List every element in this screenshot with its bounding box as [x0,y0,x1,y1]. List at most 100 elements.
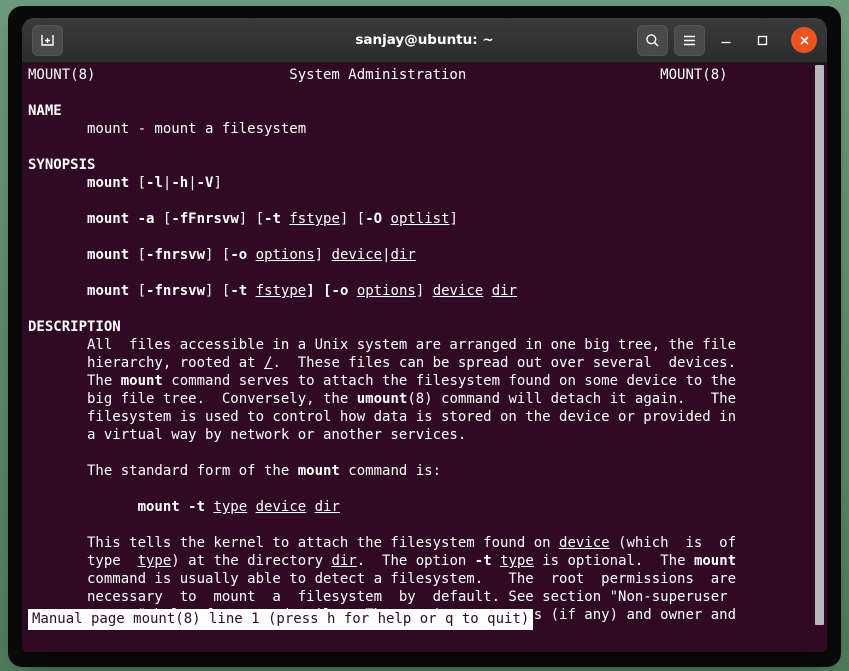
man-text: [ [129,283,146,299]
man-text [348,283,356,299]
man-underline-text: device [433,283,484,299]
man-text: command serves to attach the filesystem … [163,373,736,389]
man-underline-text: type [138,553,172,569]
man-text [247,283,255,299]
man-page-line: necessary to mount a filesystem by defau… [28,588,827,606]
menu-button[interactable] [674,25,705,56]
man-bold-text: -l [146,175,163,191]
maximize-icon [754,32,770,48]
man-bold-text: mount -a [87,211,154,227]
man-page-line [28,516,827,534]
search-icon [644,32,661,49]
man-underline-text: device [256,499,307,515]
man-bold-text: mount [121,373,163,389]
man-bold-text: mount [87,175,129,191]
man-page-line: command is usually able to detect a file… [28,570,827,588]
scrollbar-thumb[interactable] [815,65,824,625]
man-page-line: NAME [28,102,827,120]
man-text [382,211,390,227]
man-underline-text: dir [315,499,340,515]
man-bold-text: -t [264,211,281,227]
man-text: [ [129,247,146,263]
man-text: is optional. The [534,553,694,569]
close-icon [798,34,811,47]
man-page-line: hierarchy, rooted at /. These files can … [28,354,827,372]
man-page-line [28,300,827,318]
man-text: MOUNT(8) System Administration MOUNT(8) [28,67,728,83]
man-bold-text: mount -t [138,499,205,515]
man-bold-text: DESCRIPTION [28,319,121,335]
man-text: ] [ [205,283,230,299]
man-page-line [28,192,827,210]
man-text [306,499,314,515]
man-text: command is usually able to detect a file… [28,571,736,587]
man-page-line: This tells the kernel to attach the file… [28,534,827,552]
maximize-button[interactable] [747,25,777,55]
man-underline-text: type [500,553,534,569]
man-page-line: MOUNT(8) System Administration MOUNT(8) [28,66,827,84]
man-text: [ [154,211,171,227]
man-page-line: The mount command serves to attach the f… [28,372,827,390]
man-text: [ [129,175,146,191]
terminal-window: sanjay@ubuntu: ~ [22,18,827,652]
man-text: mount - mount a filesystem [28,121,306,137]
less-status-line: Manual page mount(8) line 1 (press h for… [28,609,533,630]
window-titlebar[interactable]: sanjay@ubuntu: ~ [22,18,827,63]
man-bold-text: -h [171,175,188,191]
man-page-line [28,84,827,102]
man-bold-text: -O [365,211,382,227]
man-text [28,211,87,227]
man-underline-text: dir [391,247,416,263]
terminal-body[interactable]: MOUNT(8) System Administration MOUNT(8) … [22,63,827,652]
man-text: ] [ [340,211,365,227]
man-bold-text: -fFnrsvw [171,211,238,227]
man-text: a virtual way by network or another serv… [28,427,466,443]
terminal-scrollbar[interactable] [814,63,825,652]
man-text: filesystem is used to control how data i… [28,409,736,425]
man-bold-text: ] [ [306,283,331,299]
man-underline-text: device [332,247,383,263]
man-page-line: The standard form of the mount command i… [28,462,827,480]
man-page-line: DESCRIPTION [28,318,827,336]
man-text: ] [ [239,211,264,227]
man-text: The standard form of the [28,463,298,479]
man-bold-text: -fnrsvw [146,283,205,299]
hamburger-menu-icon [681,32,698,49]
man-text: ] [ [205,247,230,263]
man-bold-text: -V [197,175,214,191]
man-underline-text: optlist [391,211,450,227]
man-page-line: mount [-l|-h|-V] [28,174,827,192]
man-page-line: type type) at the directory dir. The opt… [28,552,827,570]
man-text: command is: [340,463,441,479]
man-text: This tells the kernel to attach the file… [28,535,559,551]
man-text [492,553,500,569]
titlebar-controls [637,25,817,56]
man-page-line: filesystem is used to control how data i… [28,408,827,426]
man-text [247,499,255,515]
man-page-line [28,480,827,498]
man-text: . The option [357,553,475,569]
man-text: The [28,373,121,389]
man-underline-text: device [559,535,610,551]
man-page-content: MOUNT(8) System Administration MOUNT(8) … [28,66,827,624]
man-bold-text: mount [87,283,129,299]
man-page-line: mount [-fnrsvw] [-o options] device|dir [28,246,827,264]
man-page-line: big file tree. Conversely, the umount(8)… [28,390,827,408]
man-text [247,247,255,263]
man-underline-text: fstype [256,283,307,299]
man-page-line: mount [-fnrsvw] [-t fstype] [-o options]… [28,282,827,300]
man-bold-text: mount [694,553,736,569]
new-tab-button[interactable] [32,25,63,56]
man-underline-text: fstype [289,211,340,227]
man-underline-text: dir [492,283,517,299]
minimize-button[interactable] [711,25,741,55]
man-text: ] [416,283,433,299]
man-bold-text: SYNOPSIS [28,157,95,173]
man-text [28,247,87,263]
man-bold-text: NAME [28,103,62,119]
man-text: ] [450,211,458,227]
new-tab-icon [39,32,56,49]
close-button[interactable] [791,27,817,53]
search-button[interactable] [637,25,668,56]
man-bold-text: -o [332,283,349,299]
